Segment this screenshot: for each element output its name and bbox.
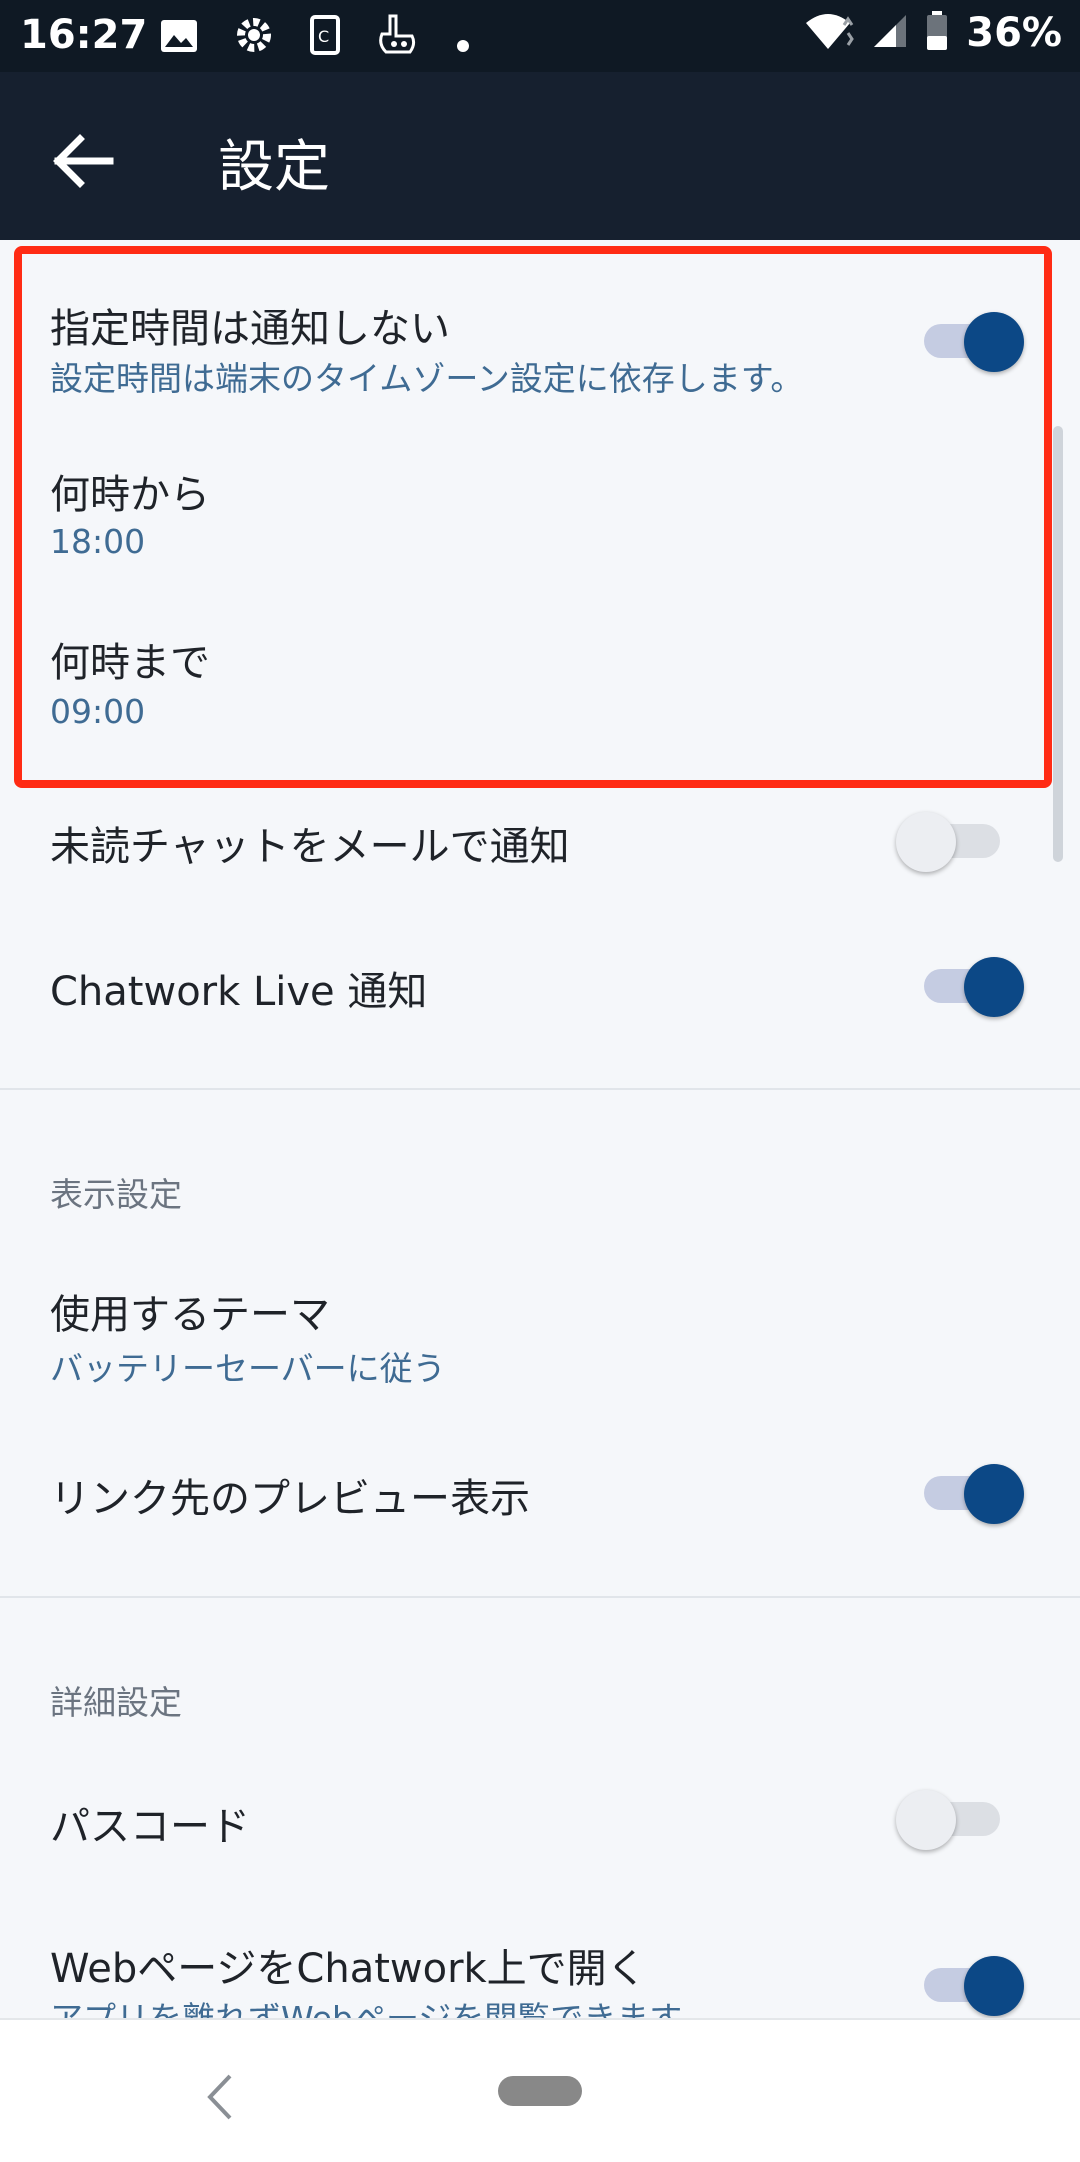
open-webpage-toggle[interactable] [924, 1956, 1024, 2016]
gear-icon [234, 15, 274, 64]
passcode-toggle[interactable] [896, 1790, 1000, 1850]
until-time-title: 何時まで [50, 640, 210, 686]
until-time-value: 09:00 [50, 692, 146, 731]
signal-icon [872, 13, 908, 53]
theme-value: バッテリーセーバーに従う [50, 1349, 446, 1388]
open-webpage-subtitle: アプリを離れずWebページを閲覧できます [50, 1992, 682, 2018]
open-webpage-title: WebページをChatwork上で開く [50, 1946, 647, 1992]
until-time-row[interactable]: 何時まで 09:00 [0, 620, 1080, 750]
link-preview-toggle[interactable] [924, 1464, 1024, 1524]
unread-mail-title: 未読チャットをメールで通知 [50, 824, 570, 870]
battery-icon [926, 11, 948, 55]
live-notification-toggle[interactable] [924, 957, 1024, 1017]
open-webpage-row[interactable]: WebページをChatwork上で開く アプリを離れずWebページを閲覧できます [0, 1930, 1080, 2018]
nav-back-button[interactable] [200, 2072, 240, 2122]
quiet-hours-row[interactable]: 指定時間は通知しない 設定時間は端末のタイムゾーン設定に依存します。 [0, 280, 1080, 410]
status-time: 16:27 [20, 12, 148, 58]
system-nav-bar [0, 2018, 1080, 2162]
section-divider [0, 1596, 1080, 1598]
unread-mail-row[interactable]: 未読チャットをメールで通知 [0, 800, 1080, 900]
from-time-title: 何時から [50, 472, 210, 518]
from-time-value: 18:00 [50, 522, 146, 561]
link-preview-title: リンク先のプレビュー表示 [50, 1476, 530, 1522]
quiet-hours-subtitle: 設定時間は端末のタイムゾーン設定に依存します。 [50, 359, 804, 398]
gallery-icon [160, 18, 198, 62]
arrow-left-icon [53, 134, 114, 188]
quiet-hours-title: 指定時間は通知しない [50, 306, 450, 352]
scrollbar[interactable] [1053, 426, 1063, 862]
chevron-left-icon [207, 2074, 232, 2120]
passcode-title: パスコード [50, 1804, 250, 1850]
nav-home-pill[interactable] [498, 2076, 582, 2106]
advanced-section-header: 詳細設定 [50, 1683, 182, 1722]
unread-mail-toggle[interactable] [896, 812, 1000, 872]
battery-percent: 36% [966, 10, 1062, 56]
app-bar: 設定 [0, 72, 1080, 240]
status-bar: 16:27 C 36% [0, 0, 1080, 72]
notification-icons: C [160, 14, 470, 65]
dot-icon [456, 18, 470, 62]
from-time-row[interactable]: 何時から 18:00 [0, 450, 1080, 580]
quiet-hours-toggle[interactable] [924, 312, 1024, 372]
live-notification-title: Chatwork Live 通知 [50, 969, 428, 1015]
hand-icon [376, 14, 420, 65]
link-preview-row[interactable]: リンク先のプレビュー表示 [0, 1452, 1080, 1552]
passcode-row[interactable]: パスコード [0, 1780, 1080, 1880]
live-notification-row[interactable]: Chatwork Live 通知 [0, 945, 1080, 1045]
card-icon: C [310, 15, 340, 64]
page-title: 設定 [218, 135, 330, 200]
display-section-header: 表示設定 [50, 1175, 182, 1214]
wifi-icon [804, 11, 855, 55]
svg-text:C: C [318, 27, 329, 46]
theme-title: 使用するテーマ [50, 1292, 330, 1338]
theme-row[interactable]: 使用するテーマ バッテリーセーバーに従う [0, 1270, 1080, 1400]
section-divider [0, 1088, 1080, 1090]
back-button[interactable] [44, 120, 126, 202]
